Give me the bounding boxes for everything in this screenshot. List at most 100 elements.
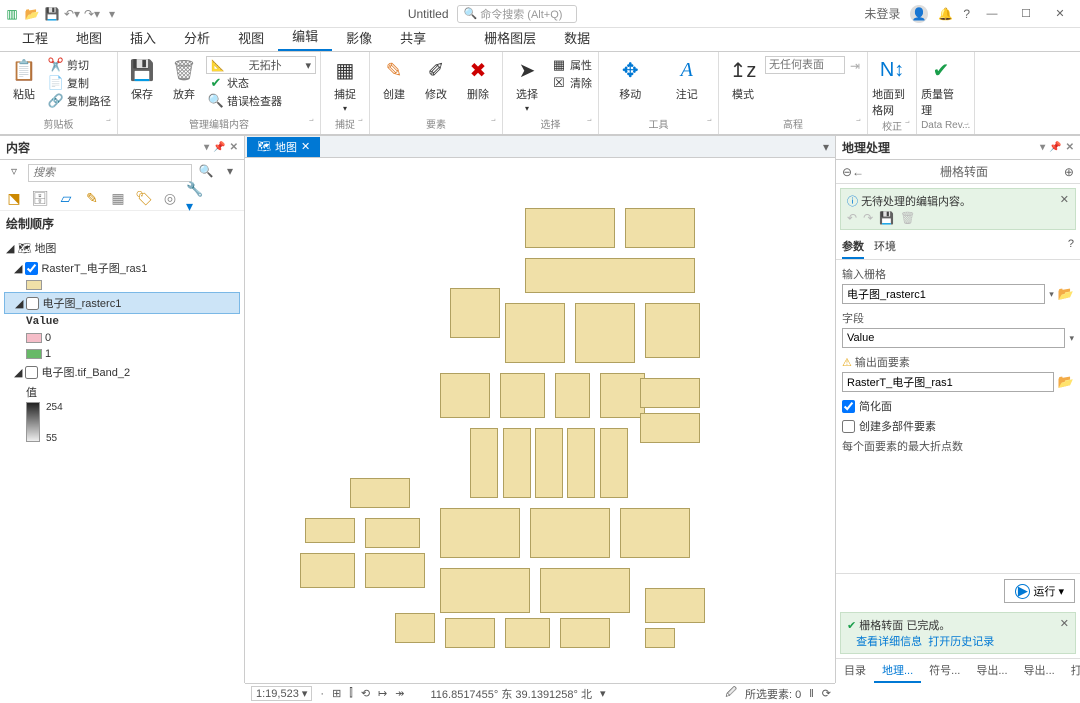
error-inspector-button[interactable]: 🔍错误检查器 — [206, 92, 316, 110]
status-button[interactable]: ✔状态 — [206, 74, 316, 92]
layer-checkbox-1[interactable] — [26, 297, 39, 310]
sb-icon-1[interactable]: ⊞ — [332, 687, 341, 700]
tab-raster-layer[interactable]: 栅格图层 — [470, 24, 550, 51]
discard-edits-button[interactable]: 🗑放弃 — [164, 56, 204, 102]
tab-project[interactable]: 工程 — [8, 24, 62, 51]
field-input[interactable] — [842, 328, 1065, 348]
close-button[interactable]: ✕ — [1048, 4, 1072, 24]
list-by-editing-icon[interactable]: ✎ — [82, 188, 102, 208]
attributes-button[interactable]: ▦属性 — [549, 56, 594, 74]
tab-insert[interactable]: 插入 — [116, 24, 170, 51]
get-z-icon[interactable]: ⇥ — [847, 56, 863, 76]
save-edits-button[interactable]: 💾保存 — [122, 56, 162, 102]
gp-autohide-icon[interactable]: ▾ — [1040, 142, 1045, 153]
multipart-checkbox[interactable] — [842, 420, 855, 433]
layer-checkbox-2[interactable] — [25, 366, 38, 379]
search-icon[interactable]: 🔍 — [196, 164, 216, 182]
output-input[interactable] — [842, 372, 1054, 392]
btab-export1[interactable]: 导出... — [968, 659, 1015, 683]
sb-selection-icon[interactable]: 🖉 — [725, 684, 737, 703]
delete-button[interactable]: ✖删除 — [458, 56, 498, 102]
qat-more-icon[interactable]: ▾ — [104, 6, 120, 22]
quality-button[interactable]: ✔质量管理 — [921, 56, 961, 118]
close-status-icon[interactable]: ✕ — [1060, 617, 1069, 630]
login-status[interactable]: 未登录 — [864, 5, 900, 22]
list-by-snapping-icon[interactable]: ▦ — [108, 188, 128, 208]
gp-pin-icon[interactable]: 📌 — [1049, 142, 1061, 153]
browse-output-icon[interactable]: 📂 — [1058, 374, 1074, 390]
tab-map[interactable]: 地图 — [62, 24, 116, 51]
tab-imagery[interactable]: 影像 — [332, 24, 386, 51]
create-button[interactable]: ✎创建 — [374, 56, 414, 102]
command-search-input[interactable]: 🔍 命令搜索 (Alt+Q) — [457, 5, 577, 23]
topology-dropdown[interactable]: 📐 无拓扑▾ — [206, 56, 316, 74]
layer-checkbox-0[interactable] — [25, 262, 38, 275]
map-view-tab[interactable]: 🗺地图✕ — [247, 137, 320, 157]
save-gp-icon[interactable]: 💾 — [879, 211, 894, 225]
sb-refresh-icon[interactable]: ⟳ — [822, 687, 831, 700]
tab-overflow-icon[interactable]: ▾ — [823, 140, 835, 154]
map-node[interactable]: ◢🗺地图 — [4, 238, 240, 258]
list-by-selection-icon[interactable]: ▱ — [56, 188, 76, 208]
gp-help-icon[interactable]: ? — [1068, 238, 1074, 253]
snapping-button[interactable]: ▦捕捉▾ — [325, 56, 365, 113]
layer-item-2[interactable]: ◢电子图.tif_Band_2 — [4, 362, 240, 382]
minimize-button[interactable]: — — [980, 4, 1004, 24]
ground-to-grid-button[interactable]: N↕地面到格网 — [872, 56, 912, 118]
paste-button[interactable]: 📋粘贴 — [4, 56, 44, 102]
undo-icon[interactable]: ↶▾ — [64, 6, 80, 22]
tab-view[interactable]: 视图 — [224, 24, 278, 51]
open-project-icon[interactable]: 📂 — [24, 6, 40, 22]
copy-path-button[interactable]: 🔗复制路径 — [46, 92, 113, 110]
pin-icon[interactable]: 📌 — [213, 142, 225, 153]
map-canvas[interactable] — [245, 158, 835, 683]
sb-icon-3[interactable]: ⟲ — [361, 687, 370, 700]
collapse-icon[interactable]: ◢ — [6, 242, 14, 255]
modify-button[interactable]: ✐修改 — [416, 56, 456, 102]
gp-tab-params[interactable]: 参数 — [842, 238, 864, 259]
tab-share[interactable]: 共享 — [386, 24, 440, 51]
clear-selection-button[interactable]: ☒清除 — [549, 74, 594, 92]
bell-icon[interactable]: 🔔 — [938, 7, 953, 21]
back-icon[interactable]: ⊖← — [842, 165, 864, 179]
close-panel-icon[interactable]: ✕ — [230, 142, 238, 153]
btab-print[interactable]: 打印... — [1063, 659, 1080, 683]
search-menu-icon[interactable]: ▾ — [220, 164, 240, 182]
sb-pause-icon[interactable]: ‖ — [809, 688, 814, 700]
list-by-source-icon[interactable]: 🗄 — [30, 188, 50, 208]
list-more-icon[interactable]: 🔧▾ — [186, 188, 206, 208]
layer-item-1[interactable]: ◢电子图_rasterc1 — [4, 292, 240, 314]
annotation-button[interactable]: A注记 — [667, 56, 707, 102]
status-detail-link[interactable]: 查看详细信息 — [856, 636, 922, 648]
save-project-icon[interactable]: 💾 — [44, 6, 60, 22]
layer-item-0[interactable]: ◢RasterT_电子图_ras1 — [4, 258, 240, 278]
browse-input-icon[interactable]: 📂 — [1058, 286, 1074, 302]
redo-gp-icon[interactable]: ↷ — [863, 211, 873, 225]
run-button[interactable]: ▶运行 ▾ — [1004, 579, 1075, 603]
select-button[interactable]: ➤选择▾ — [507, 56, 547, 113]
maximize-button[interactable]: ☐ — [1014, 4, 1038, 24]
tab-edit[interactable]: 编辑 — [278, 22, 332, 51]
input-raster-input[interactable] — [842, 284, 1045, 304]
close-msg-icon[interactable]: ✕ — [1060, 193, 1069, 206]
gp-tab-env[interactable]: 环境 — [874, 238, 896, 259]
user-icon[interactable]: 👤 — [910, 5, 928, 23]
cut-button[interactable]: ✂️剪切 — [46, 56, 113, 74]
contents-search-input[interactable] — [28, 164, 192, 182]
surface-input[interactable] — [765, 56, 845, 74]
new-project-icon[interactable]: ▥ — [4, 6, 20, 22]
simplify-checkbox[interactable] — [842, 400, 855, 413]
sb-icon-4[interactable]: ↦ — [378, 687, 387, 700]
gp-close-icon[interactable]: ✕ — [1066, 142, 1074, 153]
tab-analysis[interactable]: 分析 — [170, 24, 224, 51]
undo-gp-icon[interactable]: ↶ — [847, 211, 857, 225]
filter-icon[interactable]: ▿ — [4, 164, 24, 182]
btab-catalog[interactable]: 目录 — [836, 659, 874, 683]
elevation-mode-button[interactable]: ↥z模式 — [723, 56, 763, 102]
check-multipart[interactable]: 创建多部件要素 — [842, 418, 1074, 434]
tab-data[interactable]: 数据 — [550, 24, 604, 51]
btab-export2[interactable]: 导出... — [1016, 659, 1063, 683]
copy-button[interactable]: 📄复制 — [46, 74, 113, 92]
status-history-link[interactable]: 打开历史记录 — [928, 636, 994, 648]
autohide-icon[interactable]: ▾ — [204, 142, 209, 153]
